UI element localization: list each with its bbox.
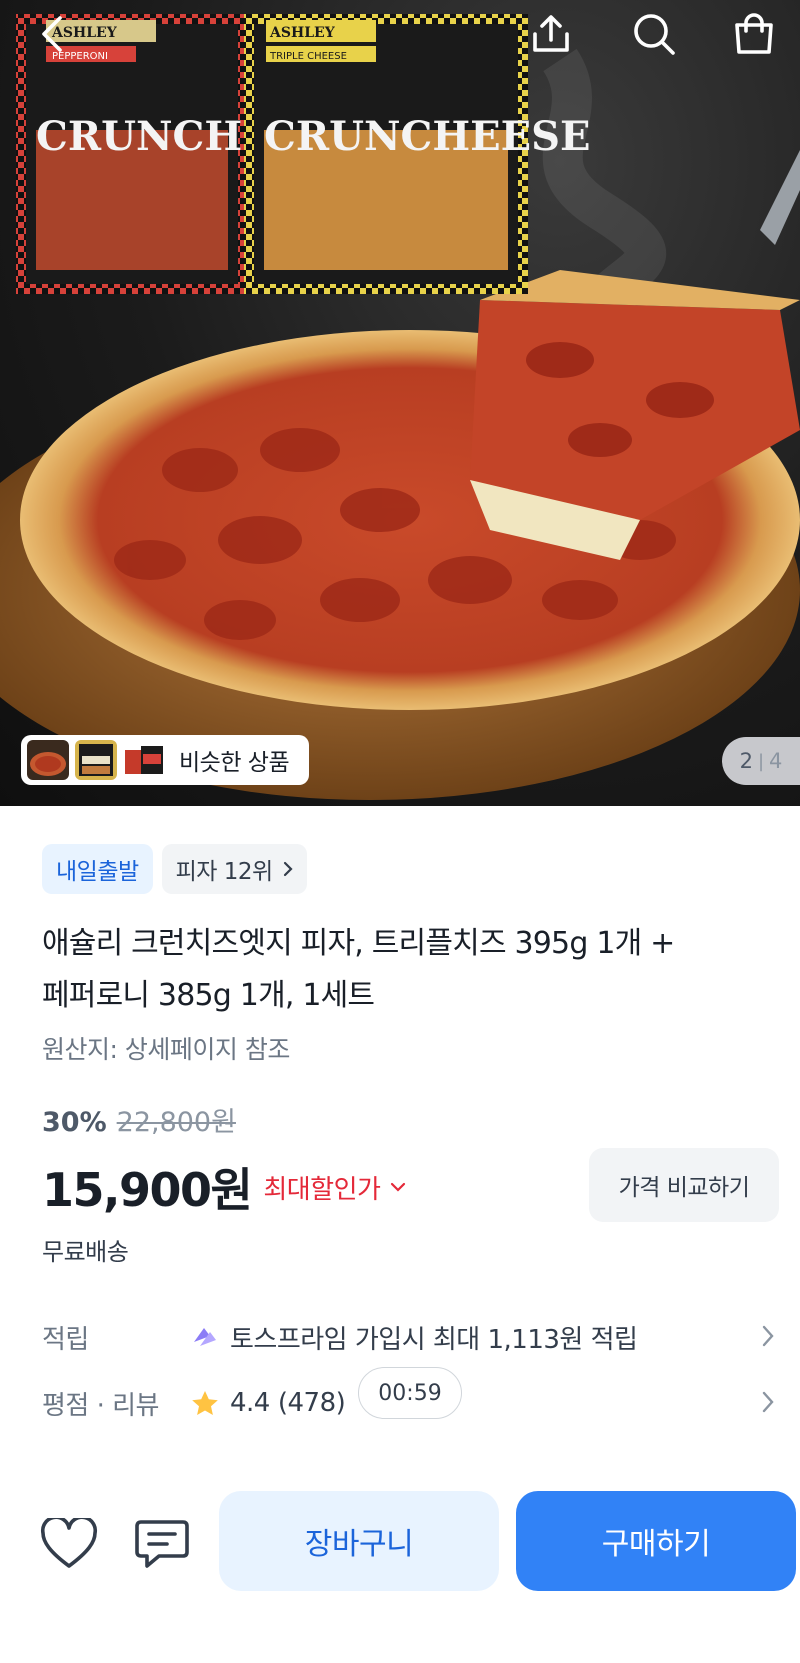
pizza-product-photo: ASHLEY PEPPERONI CRUNCHEESE ASHLEY TRIPL… (0, 14, 800, 800)
bottom-action-bar: 장바구니 구매하기 (0, 1468, 800, 1663)
back-button[interactable] (24, 6, 80, 62)
discount-row: 30% 22,800원 (42, 1100, 236, 1139)
rating-score: 4.4 (230, 1388, 270, 1418)
similar-products-button[interactable]: 비슷한 상품 (21, 735, 309, 785)
points-row[interactable]: 적립 토스프라임 가입시 최대 1,113원 적립 (42, 1314, 782, 1360)
timer-badge: 00:59 (358, 1367, 462, 1419)
buy-now-button[interactable]: 구매하기 (516, 1491, 796, 1591)
rating-value-wrap: 4.4 (478) (190, 1388, 346, 1418)
max-discount-toggle[interactable]: 최대할인가 (263, 1169, 406, 1206)
chevron-left-icon (42, 16, 62, 52)
chat-icon (135, 1520, 189, 1568)
wishlist-button[interactable] (37, 1512, 101, 1576)
review-count: (478) (277, 1388, 346, 1418)
cart-button[interactable] (726, 6, 782, 62)
max-discount-label: 최대할인가 (263, 1174, 381, 1205)
search-icon (634, 14, 675, 55)
rating-label: 평점 · 리뷰 (42, 1390, 159, 1421)
share-button[interactable] (523, 6, 579, 62)
similar-thumb-2 (75, 740, 117, 780)
ranking-badge[interactable]: 피자 12위 (161, 844, 307, 894)
points-value: 토스프라임 가입시 최대 1,113원 적립 (230, 1324, 638, 1355)
current-page: 2 (739, 749, 753, 773)
share-icon (533, 15, 569, 52)
similar-thumb-3 (123, 740, 165, 780)
product-image-gallery[interactable]: ASHLEY PEPPERONI CRUNCHEESE ASHLEY TRIPL… (0, 0, 800, 806)
box2-wordmark: CRUNCHEESE (264, 113, 591, 160)
total-pages: 4 (769, 749, 783, 773)
shopping-bag-icon (735, 13, 773, 54)
sale-price: 15,900원 (42, 1163, 253, 1217)
discount-rate: 30% (42, 1107, 107, 1138)
badge-row: 내일출발 피자 12위 (42, 844, 307, 894)
image-page-indicator: 2 | 4 (722, 737, 800, 785)
origin-text: 원산지: 상세페이지 참조 (42, 1035, 290, 1064)
similar-products-label: 비슷한 상품 (179, 750, 290, 776)
original-price: 22,800원 (116, 1107, 236, 1138)
price-row: 15,900원 최대할인가 (42, 1154, 406, 1220)
chevron-right-icon (283, 861, 293, 877)
chevron-right-icon (762, 1325, 774, 1347)
product-title-line-2: 페퍼로니 385g 1개, 1세트 (42, 978, 375, 1013)
top-navigation-bar (0, 0, 800, 70)
similar-thumb-1 (27, 740, 69, 780)
toss-prime-icon (194, 1328, 216, 1346)
delivery-badge: 내일출발 (42, 844, 153, 894)
search-button[interactable] (626, 6, 682, 62)
compare-price-button[interactable]: 가격 비교하기 (589, 1148, 779, 1222)
points-value-wrap: 토스프라임 가입시 최대 1,113원 적립 (190, 1319, 638, 1356)
inquiry-button[interactable] (130, 1512, 194, 1576)
heart-icon (40, 1518, 98, 1568)
add-to-cart-button[interactable]: 장바구니 (219, 1491, 499, 1591)
chevron-right-icon (762, 1391, 774, 1413)
product-title-line-1: 애슐리 크런치즈엣지 피자, 트리플치즈 395g 1개 + (42, 926, 675, 961)
shipping-info: 무료배송 (42, 1238, 129, 1266)
chevron-down-icon (391, 1182, 406, 1192)
points-label: 적립 (42, 1324, 89, 1355)
product-title: 애슐리 크런치즈엣지 피자, 트리플치즈 395g 1개 + 페퍼로니 385g… (42, 918, 762, 1022)
page-separator: | (757, 750, 765, 772)
ranking-label: 피자 12위 (175, 859, 274, 885)
star-icon (192, 1391, 218, 1415)
